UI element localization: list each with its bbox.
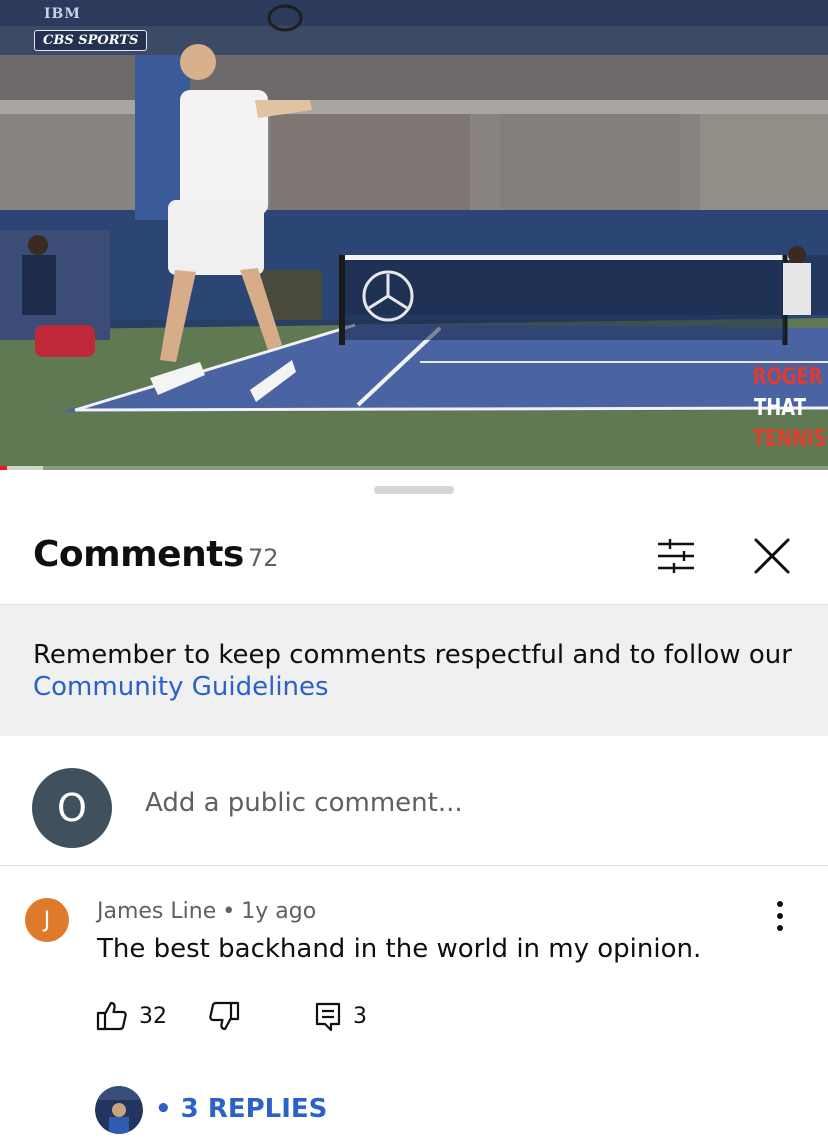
add-comment-row: O Add a public comment... [0,736,828,866]
reply-count: 3 [353,1003,367,1029]
notice-text: Remember to keep comments respectful and… [33,639,803,703]
commenter-avatar-initial: J [43,907,51,933]
sort-filter-button[interactable] [650,534,702,578]
community-guidelines-link[interactable]: Community Guidelines [33,672,329,702]
sliders-icon [658,539,694,573]
cbs-sports-logo: CBS SPORTS [34,30,148,51]
progress-played [0,466,7,470]
dislike-button[interactable] [207,996,241,1036]
like-count: 32 [139,1003,167,1029]
channel-watermark: ROGER THAT TENNIS [752,362,827,455]
comments-count: 72 [248,544,279,572]
notice-message: Remember to keep comments respectful and… [33,640,792,670]
replier-avatar-image [95,1086,143,1134]
add-comment-input[interactable]: Add a public comment... [145,788,785,828]
close-icon [754,538,790,574]
drag-handle[interactable] [374,486,454,494]
replier-avatar [95,1086,143,1134]
reply-comment-icon [315,1002,341,1032]
comment-actions: 32 3 [95,996,495,1036]
comments-sheet: Comments 72 Remember to keep comments re… [0,470,828,1148]
video-player[interactable]: IBM CBS SPORTS ROGER THAT TENNIS [0,0,828,470]
like-button[interactable]: 32 [95,996,167,1036]
thumbs-up-icon [96,1001,127,1031]
video-frame [0,0,828,470]
user-avatar[interactable]: O [32,768,112,848]
comment-author[interactable]: James Line [97,899,216,924]
comment-time: 1y ago [241,899,317,924]
comment-meta: James Line • 1y ago [97,899,316,924]
community-guidelines-notice: Remember to keep comments respectful and… [0,604,828,736]
meta-separator: • [222,899,236,924]
comment-thread: J James Line • 1y ago The best backhand in… [0,866,828,1148]
close-comments-button[interactable] [746,530,798,582]
comments-title: Comments [33,534,244,575]
comment-more-button[interactable] [766,896,794,936]
user-avatar-initial: O [57,786,87,830]
watermark-line-1: ROGER [752,364,823,390]
commenter-avatar[interactable]: J [25,898,69,942]
comment-body: The best backhand in the world in my opi… [97,934,702,964]
ibm-logo: IBM [44,6,81,22]
reply-button[interactable]: 3 [313,996,367,1036]
watermark-line-3: TENNIS [752,426,827,452]
thumbs-down-icon [209,1001,240,1031]
watermark-line-2: THAT [754,395,806,421]
replies-label: • 3 REPLIES [155,1094,328,1124]
comments-header: Comments 72 [0,520,828,604]
view-replies-button[interactable]: • 3 REPLIES [95,1086,495,1136]
more-vertical-icon [777,901,783,931]
